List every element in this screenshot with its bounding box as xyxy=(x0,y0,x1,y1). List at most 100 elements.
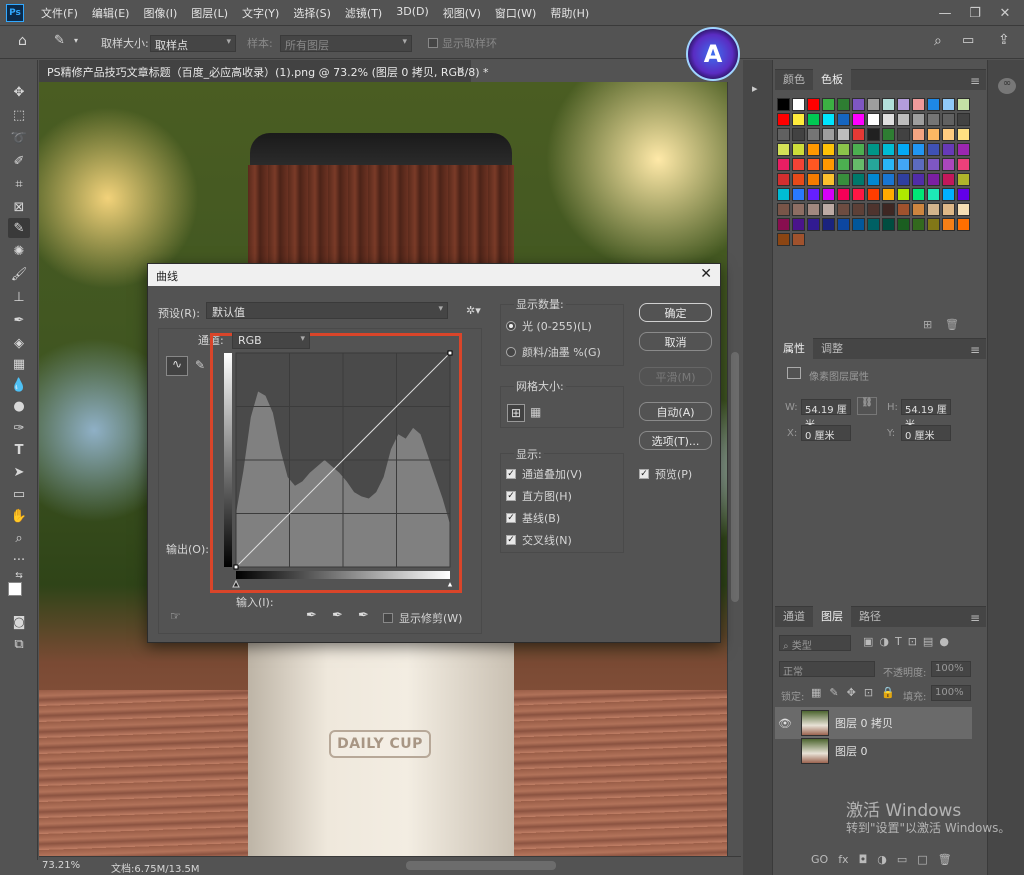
path-select-tool-icon[interactable]: ➤ xyxy=(8,462,30,482)
color-swatch[interactable] xyxy=(927,218,940,231)
layer-row[interactable]: 图层 0 xyxy=(775,735,972,767)
pencil-tool-icon[interactable]: ✎ xyxy=(195,358,205,372)
layer-footer-icon[interactable]: □ xyxy=(917,853,927,866)
color-swatch[interactable] xyxy=(942,158,955,171)
trash-icon[interactable]: 🗑 xyxy=(945,318,959,331)
menu-item[interactable]: 编辑(E) xyxy=(85,5,137,21)
preset-select[interactable]: 默认值 ▾ xyxy=(206,302,448,319)
color-swatch[interactable] xyxy=(942,188,955,201)
x-field[interactable]: 0 厘米 xyxy=(801,425,851,442)
menu-item[interactable]: 滤镜(T) xyxy=(338,5,389,21)
menu-item[interactable]: 窗口(W) xyxy=(488,5,543,21)
color-swatch[interactable] xyxy=(852,143,865,156)
creative-cloud-icon[interactable]: ∞ xyxy=(998,78,1016,94)
menu-item[interactable]: 选择(S) xyxy=(286,5,338,21)
color-swatch[interactable] xyxy=(777,203,790,216)
color-swatch[interactable] xyxy=(822,113,835,126)
color-swatch[interactable] xyxy=(942,113,955,126)
color-swatch[interactable] xyxy=(792,173,805,186)
minimize-button[interactable]: — xyxy=(930,0,960,26)
blur-tool-icon[interactable]: 💧 xyxy=(8,375,30,395)
color-swatch[interactable] xyxy=(867,158,880,171)
color-swatch[interactable] xyxy=(807,173,820,186)
color-swatch[interactable] xyxy=(807,143,820,156)
color-swatch[interactable] xyxy=(942,203,955,216)
color-swatch[interactable] xyxy=(957,143,970,156)
width-field[interactable]: 54.19 厘米 xyxy=(801,399,851,431)
close-icon[interactable]: ✕ xyxy=(700,266,712,282)
panel-menu-icon[interactable]: ≡ xyxy=(970,343,980,357)
color-swatch[interactable] xyxy=(927,173,940,186)
tab-properties[interactable]: 属性 xyxy=(775,337,813,359)
color-swatch[interactable] xyxy=(882,173,895,186)
layer-filter-select[interactable]: ⌕ 类型 xyxy=(779,635,851,652)
color-swatch[interactable] xyxy=(837,143,850,156)
color-swatch[interactable] xyxy=(957,203,970,216)
color-swatch[interactable] xyxy=(957,128,970,141)
quick-mask-icon[interactable]: ◙ xyxy=(8,612,30,632)
color-swatch[interactable] xyxy=(822,98,835,111)
layer-footer-icon[interactable]: fx xyxy=(838,853,848,866)
color-swatch[interactable] xyxy=(837,173,850,186)
menu-item[interactable]: 图像(I) xyxy=(136,5,184,21)
lock-icons[interactable]: ▦✎✥⊡🔒 xyxy=(811,686,903,699)
move-tool-icon[interactable]: ✥ xyxy=(8,82,30,102)
fill-field[interactable]: 100% xyxy=(931,685,971,701)
color-swatch[interactable] xyxy=(837,98,850,111)
eraser-tool-icon[interactable]: ◈ xyxy=(8,333,30,353)
document-tab[interactable]: PS精修产品技巧文章标题（百度_必应高收录）(1).png @ 73.2% (图… xyxy=(39,60,489,82)
color-swatch[interactable] xyxy=(897,143,910,156)
color-swatch[interactable] xyxy=(867,203,880,216)
color-swatch[interactable] xyxy=(897,173,910,186)
horizontal-scroll-thumb[interactable] xyxy=(406,861,556,870)
pen-tool-icon[interactable]: ✑ xyxy=(8,418,30,438)
color-swatch[interactable] xyxy=(852,158,865,171)
pigment-radio[interactable]: 颜料/油墨 %(G) xyxy=(506,344,601,360)
dodge-tool-icon[interactable]: ● xyxy=(8,396,30,416)
color-swatch[interactable] xyxy=(912,128,925,141)
light-radio[interactable]: 光 (0-255)(L) xyxy=(506,318,592,334)
preset-options-icon[interactable]: ✲▾ xyxy=(466,304,481,317)
color-swatch[interactable] xyxy=(912,143,925,156)
layer-footer-icon[interactable]: GO xyxy=(811,853,828,866)
eyedropper-tool-icon[interactable]: ✎ xyxy=(54,33,65,48)
color-swatch[interactable] xyxy=(942,173,955,186)
color-swatch[interactable] xyxy=(867,218,880,231)
opacity-field[interactable]: 100% xyxy=(931,661,971,677)
layer-footer-icon[interactable]: 🗑 xyxy=(938,853,952,866)
color-swatch[interactable] xyxy=(852,218,865,231)
color-swatch[interactable] xyxy=(867,128,880,141)
color-swatch[interactable] xyxy=(882,143,895,156)
preview-checkbox[interactable]: ✓ 预览(P) xyxy=(639,466,692,482)
healing-brush-tool-icon[interactable]: ✺ xyxy=(8,241,30,261)
quick-select-tool-icon[interactable]: ✐ xyxy=(8,151,30,171)
crop-tool-icon[interactable]: ⌗ xyxy=(8,174,30,194)
color-swatch[interactable] xyxy=(852,173,865,186)
color-swatch[interactable] xyxy=(852,203,865,216)
color-swatch[interactable] xyxy=(837,128,850,141)
color-swatch[interactable] xyxy=(837,158,850,171)
color-swatch[interactable] xyxy=(792,218,805,231)
color-swatch[interactable] xyxy=(777,113,790,126)
vertical-scrollbar[interactable] xyxy=(727,82,741,856)
color-swatch[interactable] xyxy=(822,158,835,171)
close-window-button[interactable]: ✕ xyxy=(990,0,1020,26)
color-swatch[interactable] xyxy=(927,143,940,156)
hand-tool-icon[interactable]: ✋ xyxy=(8,506,30,526)
layer-footer-icon[interactable]: ▭ xyxy=(897,853,907,866)
color-swatch[interactable] xyxy=(897,128,910,141)
ok-button[interactable]: 确定 xyxy=(639,303,712,322)
color-swatch[interactable] xyxy=(882,113,895,126)
rectangle-tool-icon[interactable]: ▭ xyxy=(8,484,30,504)
color-swatch[interactable] xyxy=(777,233,790,246)
color-swatch[interactable] xyxy=(852,98,865,111)
screen-mode-icon[interactable]: ⧉ xyxy=(8,634,30,654)
menu-item[interactable]: 文件(F) xyxy=(34,5,85,21)
marquee-tool-icon[interactable]: ⬚ xyxy=(8,105,30,125)
sample-select[interactable]: 所有图层 ▾ xyxy=(280,35,412,52)
color-swatch[interactable] xyxy=(912,158,925,171)
color-swatch[interactable] xyxy=(912,173,925,186)
link-proportions-icon[interactable]: ⛓ xyxy=(857,397,877,415)
menu-item[interactable]: 帮助(H) xyxy=(543,5,596,21)
visibility-eye-icon[interactable]: 👁 xyxy=(775,717,795,730)
